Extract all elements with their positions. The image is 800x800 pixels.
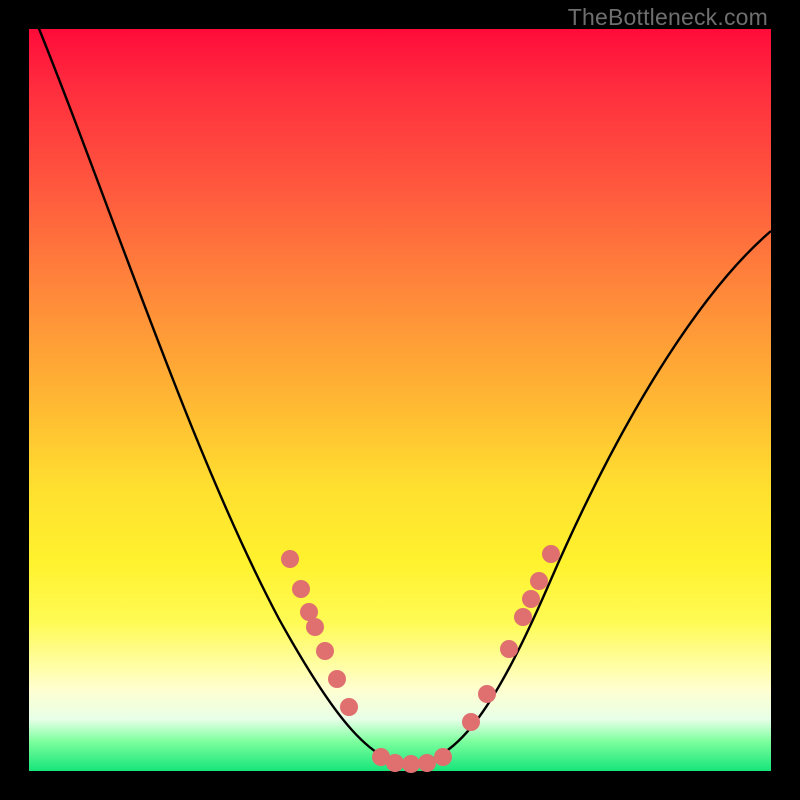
marker-dot (514, 608, 532, 626)
marker-dot (306, 618, 324, 636)
marker-dot (434, 748, 452, 766)
marker-dot (328, 670, 346, 688)
marker-dot (386, 754, 404, 772)
plot-area (29, 29, 771, 771)
marker-dot (530, 572, 548, 590)
chart-frame: TheBottleneck.com (0, 0, 800, 800)
marker-dot (402, 755, 420, 773)
marker-dot (281, 550, 299, 568)
marker-group (281, 545, 560, 773)
marker-dot (418, 754, 436, 772)
curve-svg (29, 29, 771, 771)
watermark-text: TheBottleneck.com (568, 4, 768, 31)
marker-dot (462, 713, 480, 731)
marker-dot (292, 580, 310, 598)
marker-dot (500, 640, 518, 658)
bottleneck-curve (29, 4, 771, 764)
marker-dot (542, 545, 560, 563)
marker-dot (522, 590, 540, 608)
marker-dot (478, 685, 496, 703)
marker-dot (316, 642, 334, 660)
marker-dot (340, 698, 358, 716)
